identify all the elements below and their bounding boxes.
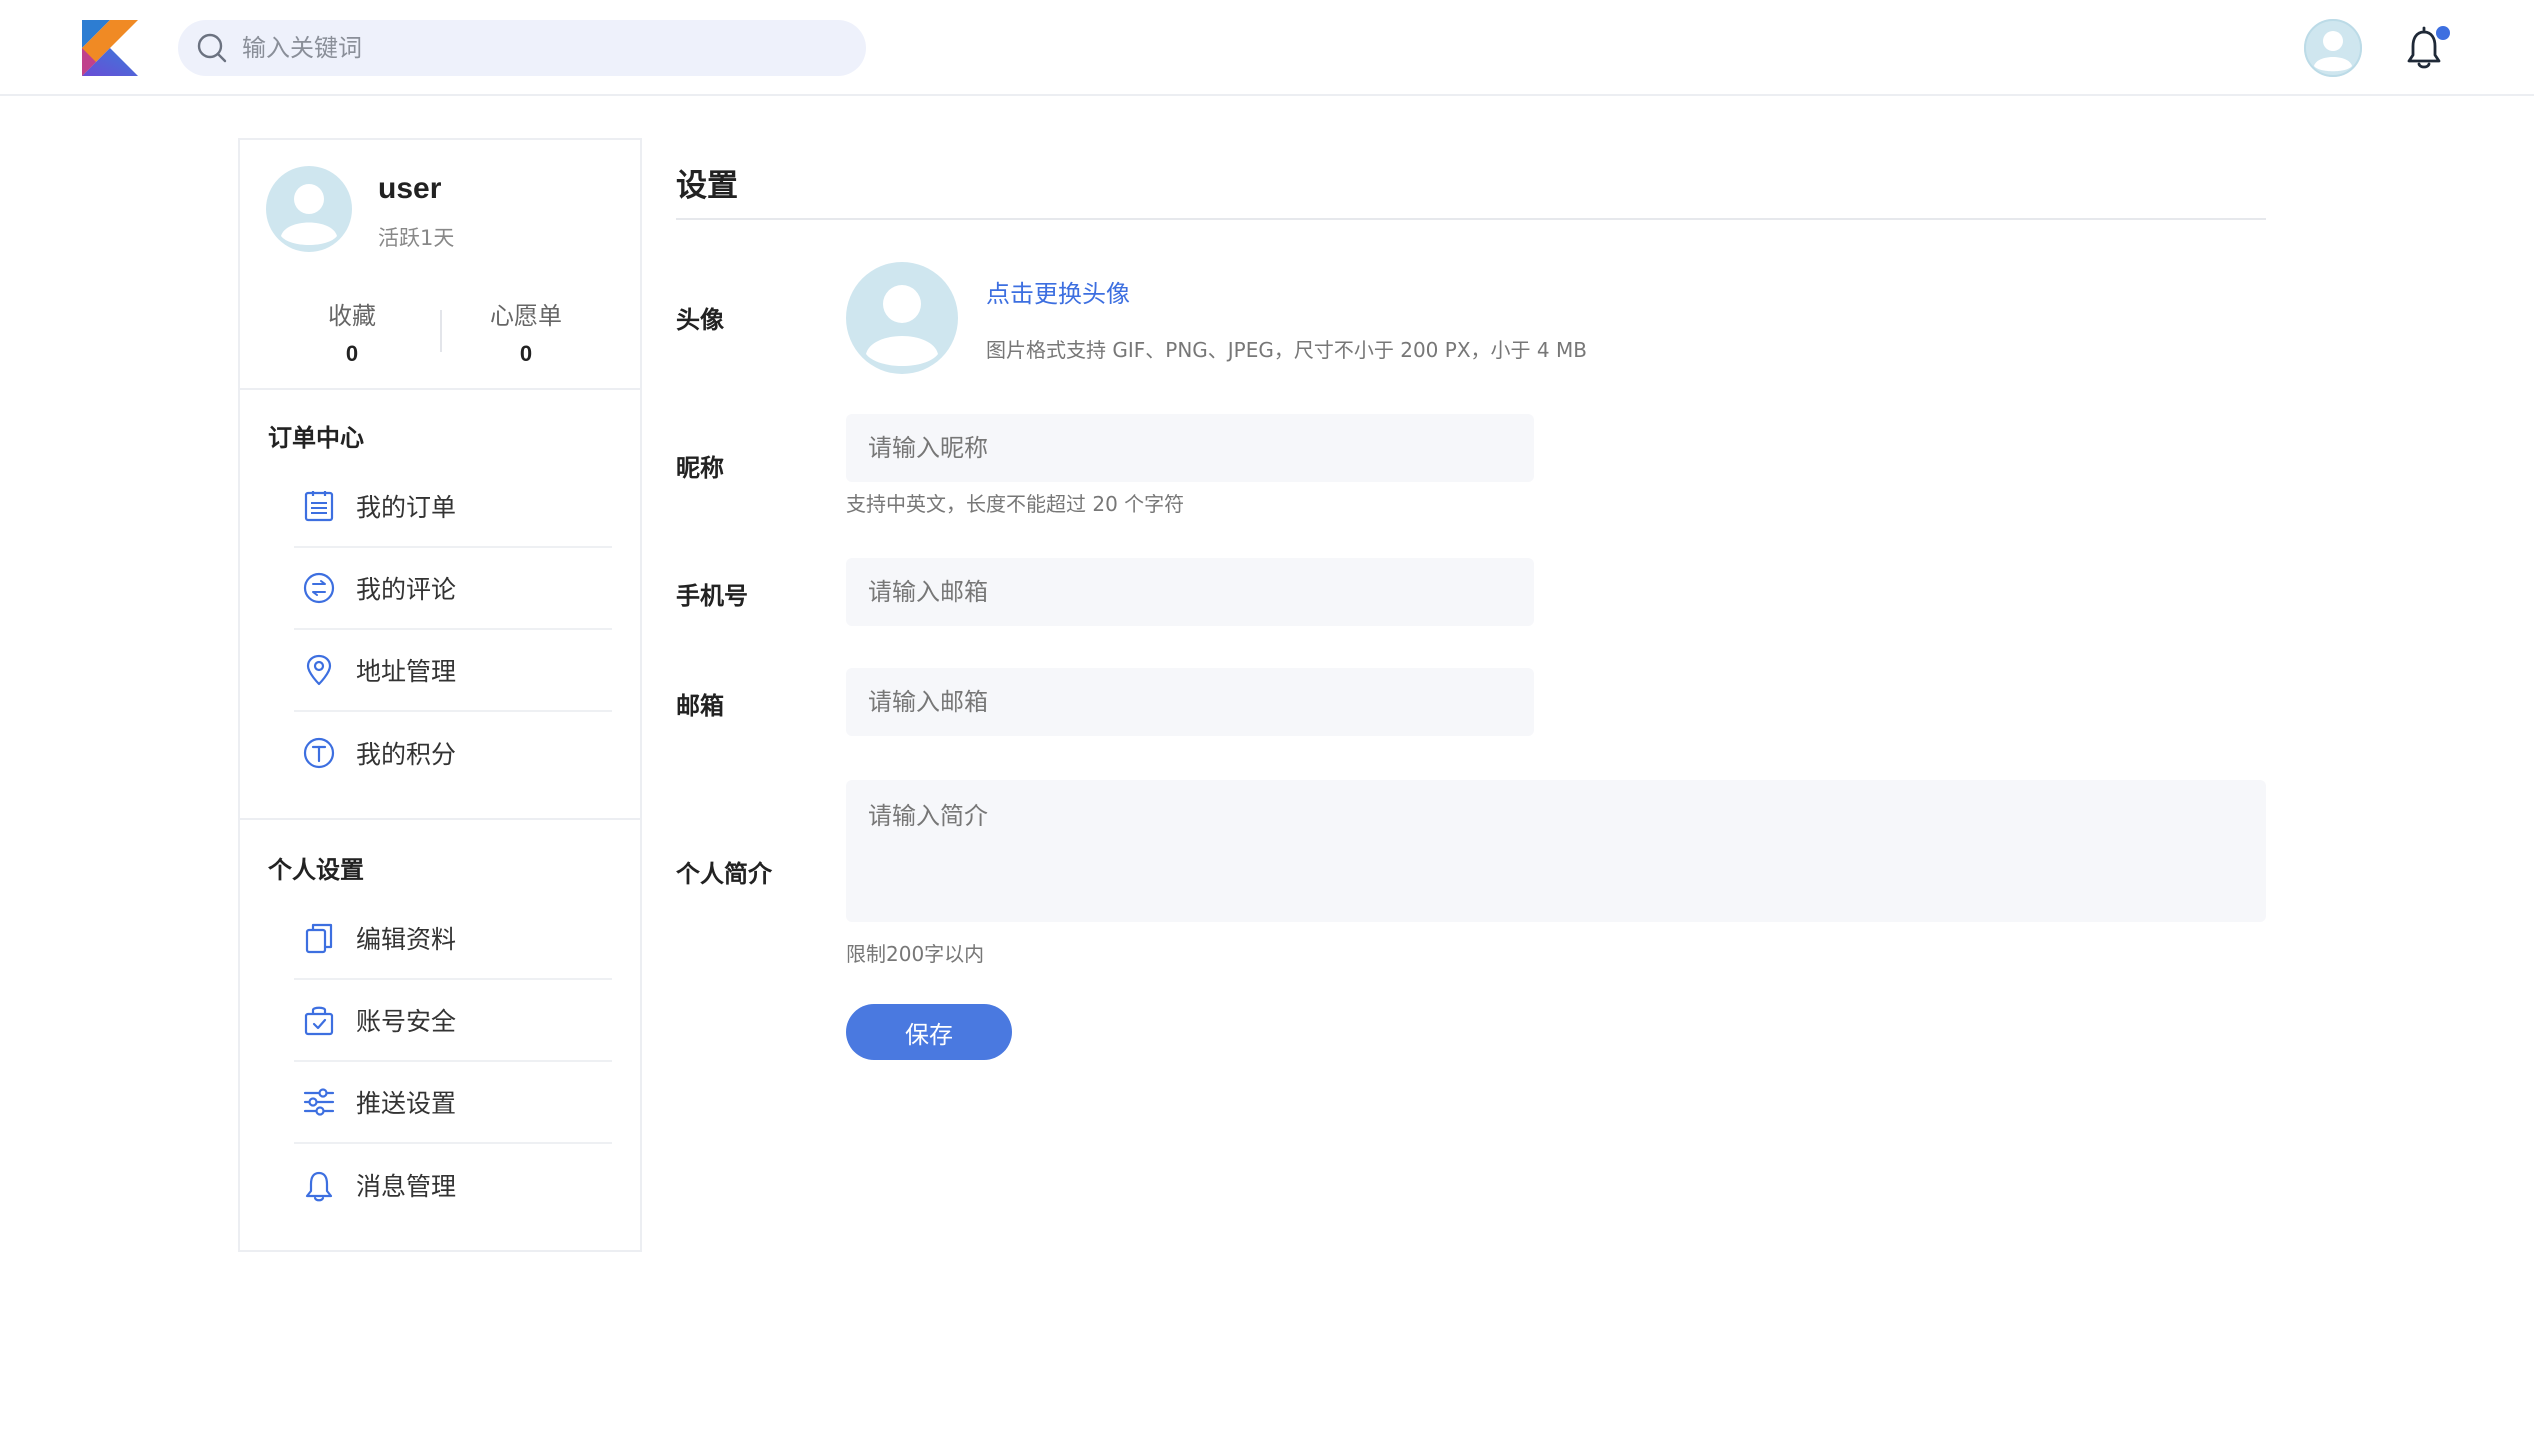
location-icon (306, 654, 332, 686)
profile-card: user 活跃1天 收藏 0 心愿单 0 (240, 140, 640, 390)
search-input[interactable] (242, 34, 822, 62)
section-title: 订单中心 (268, 424, 364, 452)
list-icon (304, 491, 334, 522)
profile-avatar[interactable] (266, 166, 352, 252)
phone-label: 手机号 (676, 582, 748, 610)
sidebar-item-push-settings[interactable]: 推送设置 (294, 1062, 612, 1144)
settings-menu: 编辑资料 账号安全 推送设置 消息管理 (294, 898, 612, 1226)
menu-label: 编辑资料 (356, 925, 457, 954)
nickname-input[interactable] (846, 414, 1534, 482)
order-center-section: 订单中心 我的订单 我的评论 地址管理 我的积分 (240, 390, 640, 820)
stat-value: 0 (519, 341, 533, 366)
title-divider (676, 218, 2266, 220)
menu-label: 推送设置 (356, 1089, 457, 1118)
personal-settings-section: 个人设置 编辑资料 账号安全 推送设置 消息管理 (240, 822, 640, 1250)
order-menu: 我的订单 我的评论 地址管理 我的积分 (294, 466, 612, 794)
sidebar-item-edit-profile[interactable]: 编辑资料 (294, 898, 612, 980)
menu-label: 消息管理 (356, 1172, 457, 1201)
page-title: 设置 (676, 168, 738, 204)
bio-hint: 限制200字以内 (846, 942, 985, 966)
points-icon (303, 737, 335, 769)
sidebar-item-address[interactable]: 地址管理 (294, 630, 612, 712)
stat-wishlist[interactable]: 心愿单 0 (446, 296, 606, 367)
notification-dot (2436, 26, 2450, 40)
avatar-preview[interactable] (846, 262, 958, 374)
email-label: 邮箱 (676, 692, 724, 720)
bio-label: 个人简介 (676, 860, 772, 888)
search-bar[interactable] (178, 20, 866, 76)
nickname-hint: 支持中英文，长度不能超过 20 个字符 (846, 492, 1185, 516)
stat-label: 收藏 (328, 302, 376, 330)
documents-icon (305, 923, 333, 954)
bio-textarea[interactable] (846, 780, 2266, 922)
menu-label: 我的评论 (356, 575, 457, 604)
stat-favorites[interactable]: 收藏 0 (272, 296, 432, 367)
stat-label: 心愿单 (490, 302, 562, 330)
bell-icon (305, 1171, 333, 1202)
active-days: 活跃1天 (378, 226, 455, 250)
stat-divider (440, 310, 442, 352)
comment-icon (303, 572, 335, 604)
top-header (0, 0, 2534, 96)
phone-input[interactable] (846, 558, 1534, 626)
sliders-icon (303, 1088, 335, 1116)
security-bag-icon (304, 1006, 334, 1036)
username: user (378, 172, 442, 205)
save-button[interactable]: 保存 (846, 1004, 1012, 1060)
kotlin-logo[interactable] (82, 20, 138, 76)
avatar-format-hint: 图片格式支持 GIF、PNG、JPEG，尺寸不小于 200 PX，小于 4 MB (986, 338, 1587, 362)
email-input[interactable] (846, 668, 1534, 736)
menu-label: 账号安全 (356, 1007, 457, 1036)
sidebar-item-account-security[interactable]: 账号安全 (294, 980, 612, 1062)
avatar-label: 头像 (676, 306, 724, 334)
menu-label: 我的订单 (356, 493, 457, 522)
search-icon (197, 33, 227, 63)
sidebar-item-my-comments[interactable]: 我的评论 (294, 548, 612, 630)
nickname-label: 昵称 (676, 454, 724, 482)
sidebar-item-my-orders[interactable]: 我的订单 (294, 466, 612, 548)
change-avatar-link[interactable]: 点击更换头像 (986, 274, 1130, 309)
sidebar-item-messages[interactable]: 消息管理 (294, 1144, 612, 1226)
menu-label: 我的积分 (356, 740, 457, 769)
user-sidebar: user 活跃1天 收藏 0 心愿单 0 订单中心 我的订单 我的评论 地址管理… (238, 138, 642, 1252)
header-avatar[interactable] (2303, 18, 2363, 78)
stat-value: 0 (345, 341, 359, 366)
menu-label: 地址管理 (356, 657, 457, 686)
sidebar-item-points[interactable]: 我的积分 (294, 712, 612, 794)
section-title: 个人设置 (268, 856, 364, 884)
